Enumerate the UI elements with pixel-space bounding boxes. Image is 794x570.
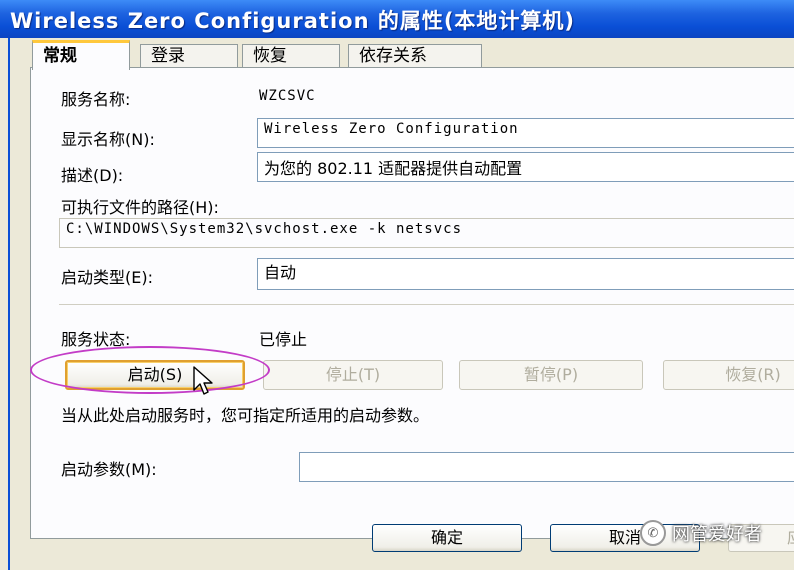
service-status-value: 已停止 bbox=[259, 330, 308, 349]
description-label: 描述(D): bbox=[61, 166, 124, 185]
stop-button[interactable]: 停止(T) bbox=[263, 360, 443, 390]
tab-recovery[interactable]: 恢复 bbox=[242, 44, 340, 67]
service-name-value: WZCSVC bbox=[259, 88, 316, 104]
display-name-label: 显示名称(N): bbox=[61, 130, 155, 149]
description-field[interactable]: 为您的 802.11 适配器提供自动配置 bbox=[257, 152, 794, 182]
window-title: Wireless Zero Configuration 的属性(本地计算机) bbox=[10, 9, 576, 33]
arrow-cursor-icon bbox=[193, 366, 213, 395]
display-name-field[interactable]: Wireless Zero Configuration bbox=[257, 118, 794, 148]
start-params-label: 启动参数(M): bbox=[61, 460, 157, 479]
service-name-label: 服务名称: bbox=[61, 90, 131, 109]
tab-general[interactable]: 常规 bbox=[32, 40, 130, 70]
annotation-circle bbox=[30, 346, 270, 394]
separator bbox=[59, 304, 794, 305]
exe-path-field: C:\WINDOWS\System32\svchost.exe -k netsv… bbox=[59, 218, 794, 248]
start-params-input[interactable] bbox=[299, 452, 794, 482]
dialog-body: 常规 登录 恢复 依存关系 服务名称: WZCSVC 显示名称(N): Wire… bbox=[8, 38, 794, 570]
watermark: ✆ 网管爱好者 bbox=[640, 518, 762, 548]
general-tab-panel: 服务名称: WZCSVC 显示名称(N): Wireless Zero Conf… bbox=[30, 67, 794, 539]
ok-button[interactable]: 确定 bbox=[372, 524, 522, 552]
resume-button[interactable]: 恢复(R) bbox=[663, 360, 794, 390]
startup-type-select[interactable]: 自动 bbox=[257, 258, 794, 290]
title-bar[interactable]: Wireless Zero Configuration 的属性(本地计算机) bbox=[0, 0, 794, 38]
start-params-hint: 当从此处启动服务时，您可指定所适用的启动参数。 bbox=[61, 406, 430, 425]
startup-type-label: 启动类型(E): bbox=[61, 268, 153, 287]
exe-path-label: 可执行文件的路径(H): bbox=[61, 198, 219, 217]
tab-dependencies[interactable]: 依存关系 bbox=[348, 44, 482, 67]
watermark-text: 网管爱好者 bbox=[672, 524, 762, 545]
properties-dialog: Wireless Zero Configuration 的属性(本地计算机) 常… bbox=[0, 0, 794, 570]
tab-logon[interactable]: 登录 bbox=[140, 44, 238, 67]
wechat-icon: ✆ bbox=[640, 520, 666, 546]
pause-button[interactable]: 暂停(P) bbox=[459, 360, 643, 390]
